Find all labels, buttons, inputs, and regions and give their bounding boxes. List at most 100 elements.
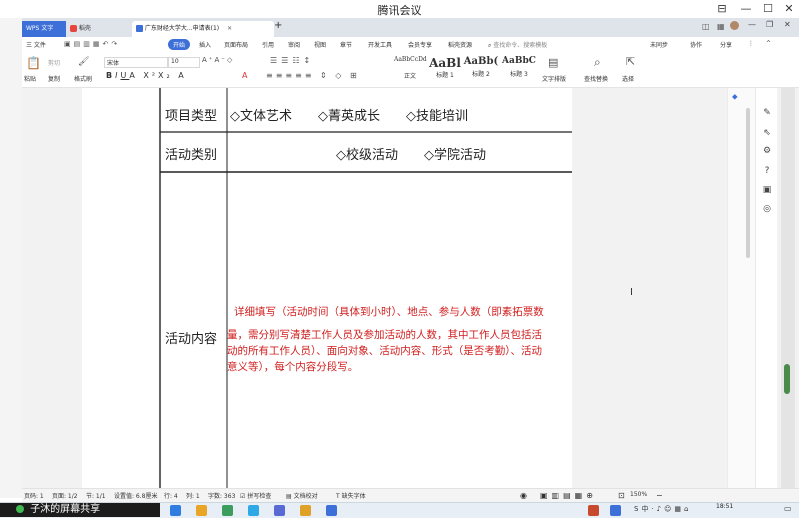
option-college-level[interactable]: ◇学院活动 (424, 144, 486, 163)
missing-font-button[interactable]: T 缺失字体 (336, 491, 366, 500)
win-close-icon[interactable]: ✕ (784, 20, 791, 29)
minimize-icon[interactable]: — (736, 1, 756, 17)
row-label-project-type: 项目类型 (165, 109, 218, 124)
find-replace-button[interactable]: 查找替换 (584, 74, 608, 83)
alignment-icons[interactable]: ≡≡≡≡≡ ⇕ ◇ ⊞ (266, 71, 360, 80)
screen-share-badge[interactable]: 子沐的屏幕共享 (0, 503, 160, 517)
paste-icon[interactable]: 📋 (26, 56, 41, 70)
maximize-icon[interactable]: ☐ (758, 1, 778, 17)
fit-icon[interactable]: ⊡ (618, 491, 625, 500)
taskbar-files-icon[interactable] (300, 505, 311, 516)
document-page[interactable]: 项目类型 ◇文体艺术 ◇菁英成长 ◇技能培训 活动类别 ◇校级活动 ◇学院活动 … (82, 88, 572, 488)
paste-button[interactable]: 粘贴 (24, 74, 36, 83)
paragraph-list-icons[interactable]: ☰☰☷↕ (270, 56, 314, 65)
share-scroll-thumb[interactable] (784, 364, 790, 394)
taskbar-browser-icon[interactable] (222, 505, 233, 516)
status-word-count[interactable]: 字数: 363 (208, 491, 235, 500)
format-painter-icon[interactable]: 🖌 (78, 57, 89, 67)
taskbar-edge-icon[interactable] (248, 505, 259, 516)
more-icon[interactable]: ⋮ (748, 40, 754, 47)
edit-icon[interactable]: ✎ (760, 106, 774, 120)
menu-file[interactable]: 三 文件 (26, 40, 46, 49)
select-button[interactable]: 选择 (622, 74, 634, 83)
tray-icons[interactable]: S中·♪☺▦⌂ (634, 504, 692, 514)
font-color-icon[interactable]: A (242, 71, 247, 80)
spell-check-button[interactable]: ☑ 拼写检查 (240, 491, 271, 500)
win-minimize-icon[interactable]: — (748, 20, 756, 29)
font-style-icons[interactable]: BIUA X²X₂ A (106, 71, 187, 80)
style-heading-1[interactable]: AaBl 标题 1 (428, 56, 462, 84)
pointer-icon[interactable]: ⇖ (760, 126, 774, 140)
location-pin-icon[interactable]: ⬥ (732, 92, 738, 102)
scroll-thumb[interactable] (746, 108, 750, 258)
menu-reference[interactable]: 引用 (262, 40, 274, 49)
eye-icon[interactable]: ◉ (520, 491, 527, 500)
tab-close-icon[interactable]: ✕ (227, 25, 232, 32)
status-row[interactable]: 行: 4 (164, 491, 178, 500)
status-page-number[interactable]: 页码: 1 (24, 491, 44, 500)
taskbar-word-icon[interactable] (610, 505, 621, 516)
zoom-out-icon[interactable]: − (656, 491, 663, 500)
font-size-select[interactable]: 10 (168, 57, 200, 68)
notification-icon[interactable]: ▭ (784, 504, 792, 513)
menu-page-layout[interactable]: 页面布局 (224, 40, 248, 49)
share-button[interactable]: 分享 (720, 40, 732, 49)
pin-icon[interactable]: ⊟ (712, 1, 732, 17)
style-heading-2[interactable]: AaBb( 标题 2 (462, 56, 500, 84)
font-size-adjust-icons[interactable]: A⁺A⁻◇ (202, 56, 234, 64)
menu-review[interactable]: 审阅 (288, 40, 300, 49)
close-icon[interactable]: ✕ (779, 1, 799, 17)
menu-view[interactable]: 视图 (314, 40, 326, 49)
quick-access-icons[interactable]: ▣▤▥▦↶↷ (64, 40, 120, 48)
tab-wps[interactable]: WPS 文字 (22, 21, 66, 37)
map-pin-icon[interactable]: ◎ (760, 202, 774, 216)
image-icon[interactable]: ▣ (760, 183, 774, 197)
new-tab-icon[interactable]: + (274, 20, 282, 31)
status-setting[interactable]: 设置值: 6.8厘米 (114, 491, 157, 500)
tab-daoke[interactable]: 稻壳 (66, 21, 132, 37)
adjust-icon[interactable]: ⚙ (760, 144, 774, 158)
status-section[interactable]: 节: 1/1 (86, 491, 106, 500)
taskbar-folder-icon[interactable] (196, 505, 207, 516)
text-layout-button[interactable]: 文字排版 (542, 74, 566, 83)
menu-start[interactable]: 开始 (168, 39, 191, 50)
apps-icon[interactable]: ▦ (717, 22, 725, 31)
find-replace-icon[interactable]: ⌕ (594, 55, 601, 70)
taskbar-wps-icon[interactable] (326, 505, 337, 516)
zoom-level[interactable]: 150% (630, 491, 647, 498)
select-cursor-icon[interactable]: ⇱ (626, 55, 635, 68)
cut-button[interactable]: 剪切 (48, 58, 60, 67)
taskbar-ppt-icon[interactable] (588, 505, 599, 516)
sync-status[interactable]: 未同步 (650, 40, 668, 49)
menu-chapter[interactable]: 章节 (340, 40, 352, 49)
style-heading-3[interactable]: AaBbC 标题 3 (500, 56, 538, 84)
option-skills-training[interactable]: ◇技能培训 (406, 105, 468, 124)
text-layout-icon[interactable]: ▤ (548, 56, 558, 69)
win-restore-icon[interactable]: ❐ (766, 20, 773, 29)
status-col[interactable]: 列: 1 (186, 491, 200, 500)
option-arts[interactable]: ◇文体艺术 (230, 105, 292, 124)
doc-proof-button[interactable]: ▤ 文档校对 (286, 491, 318, 500)
view-mode-icons[interactable]: ▣▥▤▦⊕ (540, 491, 597, 500)
style-normal[interactable]: AaBbCcDd 正文 (394, 56, 427, 84)
taskbar-app-icon[interactable] (170, 505, 181, 516)
copy-button[interactable]: 复制 (48, 74, 60, 83)
format-painter-button[interactable]: 格式刷 (74, 74, 92, 83)
font-name-select[interactable]: 宋体 (104, 57, 168, 68)
collapse-ribbon-icon[interactable]: ^ (766, 40, 771, 47)
vertical-scrollbar[interactable]: ⬥ (727, 88, 756, 488)
menu-daoke-resources[interactable]: 稻壳资源 (448, 40, 472, 49)
menu-insert[interactable]: 插入 (199, 40, 211, 49)
status-pages[interactable]: 页面: 1/2 (52, 491, 78, 500)
tab-document[interactable]: 广东财经大学大...申请表(1) ✕ (132, 21, 274, 37)
collaborate-button[interactable]: 协作 (690, 40, 702, 49)
option-elite-growth[interactable]: ◇菁英成长 (318, 105, 380, 124)
option-school-level[interactable]: ◇校级活动 (336, 144, 398, 163)
command-search[interactable]: ⌕ 查找命令、搜索模板 (488, 40, 547, 50)
menu-member[interactable]: 会员专享 (408, 40, 432, 49)
layout-icon[interactable]: ◫ (702, 22, 710, 31)
help-icon[interactable]: ? (760, 164, 774, 178)
taskbar-meeting-icon[interactable] (274, 505, 285, 516)
avatar[interactable] (730, 21, 739, 30)
menu-developer[interactable]: 开发工具 (368, 40, 392, 49)
